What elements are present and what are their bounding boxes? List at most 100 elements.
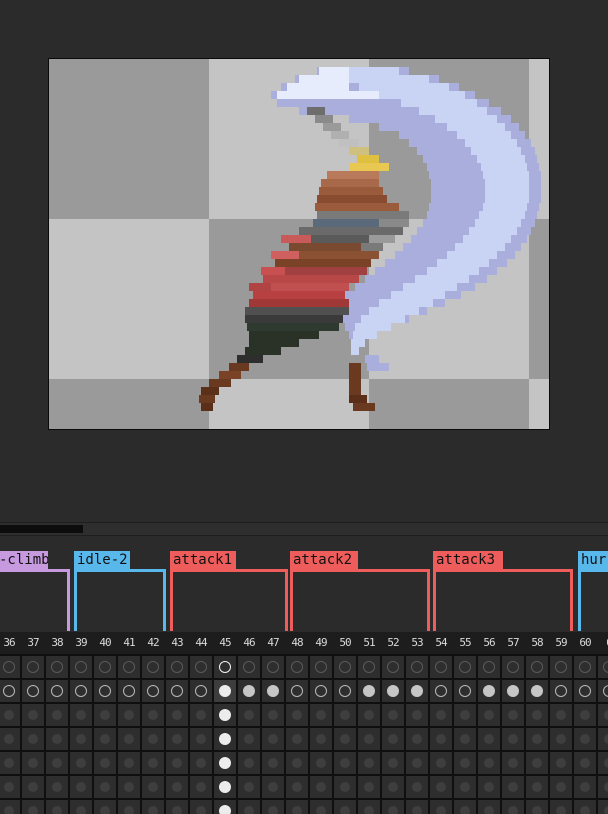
timeline-cel[interactable] xyxy=(142,776,164,798)
timeline-cel[interactable] xyxy=(382,752,404,774)
frame-number[interactable]: 53 xyxy=(406,632,428,654)
timeline-cel[interactable] xyxy=(46,752,68,774)
timeline-cel[interactable] xyxy=(310,776,332,798)
timeline-cel[interactable] xyxy=(478,680,500,702)
timeline-cel[interactable] xyxy=(502,704,524,726)
timeline-cel[interactable] xyxy=(0,752,20,774)
timeline-cel[interactable] xyxy=(70,728,92,750)
timeline-cel[interactable] xyxy=(118,704,140,726)
timeline-cel[interactable] xyxy=(550,704,572,726)
frame-number[interactable]: 60 xyxy=(574,632,596,654)
timeline-cel[interactable] xyxy=(286,728,308,750)
timeline-cel[interactable] xyxy=(382,800,404,814)
timeline-cel[interactable] xyxy=(478,728,500,750)
timeline-cel[interactable] xyxy=(430,728,452,750)
timeline-cel[interactable] xyxy=(430,704,452,726)
frame-number[interactable]: 50 xyxy=(334,632,356,654)
timeline-cel[interactable] xyxy=(430,800,452,814)
frame-number[interactable]: 45 xyxy=(214,632,236,654)
timeline-cel[interactable] xyxy=(166,680,188,702)
timeline-cel[interactable] xyxy=(310,800,332,814)
timeline-cel[interactable] xyxy=(454,776,476,798)
frame-number[interactable]: 54 xyxy=(430,632,452,654)
frame-number[interactable]: 58 xyxy=(526,632,548,654)
timeline-cel[interactable] xyxy=(286,704,308,726)
timeline-cel[interactable] xyxy=(334,776,356,798)
timeline-cel[interactable] xyxy=(574,704,596,726)
timeline-cel[interactable] xyxy=(166,656,188,678)
frame-number[interactable]: 56 xyxy=(478,632,500,654)
timeline-cel[interactable] xyxy=(310,704,332,726)
timeline-cel[interactable] xyxy=(358,752,380,774)
timeline-cel[interactable] xyxy=(598,656,608,678)
timeline-cel[interactable] xyxy=(94,728,116,750)
frame-number[interactable]: 44 xyxy=(190,632,212,654)
timeline-cel[interactable] xyxy=(166,728,188,750)
timeline-cel[interactable] xyxy=(358,728,380,750)
timeline-cel[interactable] xyxy=(406,776,428,798)
tag-label[interactable]: hur xyxy=(578,551,608,569)
timeline-cel[interactable] xyxy=(142,656,164,678)
frame-number[interactable]: 55 xyxy=(454,632,476,654)
timeline-cel[interactable] xyxy=(454,680,476,702)
timeline-cel[interactable] xyxy=(22,752,44,774)
timeline-cel[interactable] xyxy=(526,800,548,814)
timeline-cel[interactable] xyxy=(94,752,116,774)
timeline-cel[interactable] xyxy=(238,728,260,750)
tag-label[interactable]: attack2 xyxy=(290,551,358,569)
timeline-cel[interactable] xyxy=(214,680,236,702)
timeline-cel[interactable] xyxy=(406,680,428,702)
timeline-cel[interactable] xyxy=(406,704,428,726)
timeline-cel[interactable] xyxy=(46,704,68,726)
timeline-cel[interactable] xyxy=(526,728,548,750)
timeline-cel[interactable] xyxy=(526,752,548,774)
timeline-cel[interactable] xyxy=(478,752,500,774)
timeline-cel[interactable] xyxy=(262,776,284,798)
frame-number[interactable]: 41 xyxy=(118,632,140,654)
timeline-cel[interactable] xyxy=(382,656,404,678)
timeline-cel[interactable] xyxy=(190,704,212,726)
tag-label[interactable]: attack1 xyxy=(170,551,236,569)
timeline-cel[interactable] xyxy=(334,728,356,750)
timeline-cel[interactable] xyxy=(502,800,524,814)
frame-number[interactable]: 59 xyxy=(550,632,572,654)
timeline-cel[interactable] xyxy=(550,800,572,814)
timeline-cel[interactable] xyxy=(94,680,116,702)
tag-label[interactable]: attack3 xyxy=(433,551,503,569)
frame-number[interactable]: 6 xyxy=(598,632,608,654)
timeline-cel[interactable] xyxy=(46,776,68,798)
timeline-cel[interactable] xyxy=(46,800,68,814)
timeline-cel[interactable] xyxy=(238,680,260,702)
scrollbar-thumb[interactable] xyxy=(0,525,83,533)
frame-number[interactable]: 57 xyxy=(502,632,524,654)
timeline-cel[interactable] xyxy=(406,800,428,814)
timeline-cel[interactable] xyxy=(430,752,452,774)
timeline-cel[interactable] xyxy=(358,680,380,702)
timeline-cel[interactable] xyxy=(238,800,260,814)
frame-number[interactable]: 47 xyxy=(262,632,284,654)
timeline-cel[interactable] xyxy=(310,656,332,678)
timeline-cel[interactable] xyxy=(262,752,284,774)
timeline-cel[interactable] xyxy=(94,656,116,678)
timeline-cel[interactable] xyxy=(310,752,332,774)
timeline-cel[interactable] xyxy=(190,800,212,814)
timeline-cel[interactable] xyxy=(22,776,44,798)
timeline-cel[interactable] xyxy=(94,776,116,798)
timeline-cel[interactable] xyxy=(550,728,572,750)
tag-label[interactable]: -climb xyxy=(0,551,48,569)
timeline-cel[interactable] xyxy=(358,800,380,814)
timeline-cel[interactable] xyxy=(22,728,44,750)
timeline-cel[interactable] xyxy=(502,656,524,678)
timeline-cel[interactable] xyxy=(334,752,356,774)
timeline-cel[interactable] xyxy=(550,680,572,702)
timeline-cel[interactable] xyxy=(598,728,608,750)
timeline-cel[interactable] xyxy=(598,704,608,726)
timeline-cel[interactable] xyxy=(382,728,404,750)
timeline-cel[interactable] xyxy=(0,800,20,814)
timeline-cel[interactable] xyxy=(502,752,524,774)
timeline-cel[interactable] xyxy=(526,656,548,678)
timeline-cel[interactable] xyxy=(70,680,92,702)
timeline-cel[interactable] xyxy=(574,728,596,750)
timeline-cel[interactable] xyxy=(454,800,476,814)
timeline-cel[interactable] xyxy=(70,704,92,726)
